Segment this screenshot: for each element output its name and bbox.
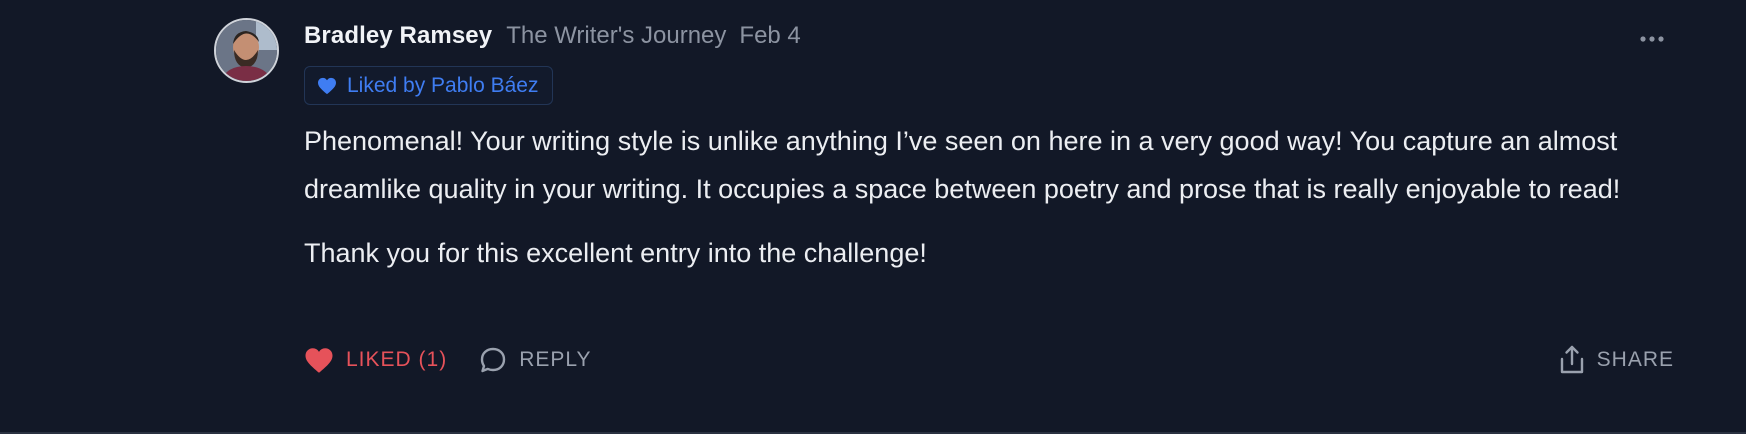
liked-by-badge: Liked by Pablo Báez (304, 66, 554, 105)
comment-header: Bradley Ramsey The Writer's Journey Feb … (304, 22, 801, 58)
heart-icon (305, 347, 333, 373)
heart-icon (318, 77, 336, 94)
author-name[interactable]: Bradley Ramsey (304, 22, 492, 50)
comment-actions: LIKED (1) REPLY SHARE (304, 340, 1674, 380)
comment-card: Bradley Ramsey The Writer's Journey Feb … (0, 0, 1746, 434)
more-horizontal-icon (1640, 36, 1664, 42)
more-options-button[interactable] (1636, 28, 1668, 50)
share-label: SHARE (1596, 348, 1674, 371)
like-button[interactable]: LIKED (1) (304, 347, 447, 374)
liked-by-label: Liked by Pablo Báez (347, 73, 539, 97)
comment-paragraph: Thank you for this excellent entry into … (304, 238, 927, 268)
like-label: LIKED (1) (346, 348, 448, 371)
publication-name[interactable]: The Writer's Journey (506, 22, 726, 50)
comment-paragraph: Phenomenal! Your writing style is unlike… (304, 126, 1621, 204)
reply-label: REPLY (519, 348, 592, 371)
comment-body: Phenomenal! Your writing style is unlike… (304, 117, 1684, 277)
reply-button[interactable]: REPLY (479, 346, 591, 374)
avatar[interactable] (214, 18, 279, 83)
comment-date[interactable]: Feb 4 (739, 22, 800, 50)
share-button[interactable]: SHARE (1559, 345, 1674, 375)
comment-bubble-icon (481, 347, 506, 373)
share-upload-icon (1560, 345, 1583, 374)
